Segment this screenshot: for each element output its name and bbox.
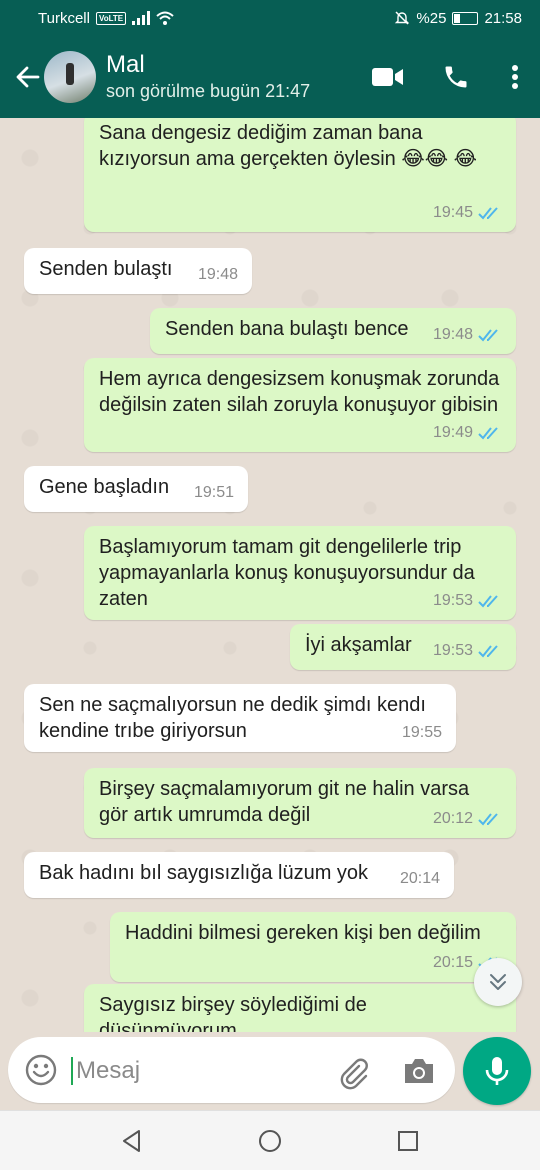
message-text: Sen ne saçmalıyorsun ne dedik şimdı kend… [39, 694, 426, 742]
nav-back-button[interactable] [108, 1117, 156, 1165]
voice-call-button[interactable] [422, 52, 490, 102]
system-nav-bar [0, 1110, 540, 1170]
status-time: 21:58 [484, 9, 522, 27]
message-text: Gene başladın [39, 476, 170, 498]
phone-icon [445, 66, 467, 88]
volte-badge: VoLTE [95, 11, 127, 25]
triangle-back-icon [123, 1129, 140, 1152]
message-time: 19:48 [432, 326, 473, 343]
last-seen: son görülme bugün 21:47 [106, 81, 311, 101]
message-bubble-outgoing[interactable]: Senden bana bulaştı bence 19:48 [150, 308, 516, 354]
message-time: 20:12 [432, 810, 473, 827]
mute-bell-icon [395, 11, 410, 25]
message-input[interactable] [76, 1055, 316, 1087]
battery-percent: %25 [416, 9, 447, 27]
message-text: Bak hadını bıl saygısızlığa lüzum yok [39, 862, 369, 884]
wifi-icon [156, 11, 174, 25]
double-check-icon [478, 427, 498, 440]
message-text: Haddini bilmesi gereken kişi ben değilim [125, 922, 481, 944]
nav-recents-button[interactable] [384, 1117, 432, 1165]
voice-record-button[interactable] [463, 1037, 531, 1105]
carrier-name: Turkcell [38, 9, 90, 27]
signal-icon [132, 11, 151, 25]
message-text: Hem ayrıca dengesizsem konuşmak zorunda … [99, 368, 500, 416]
message-bubble-outgoing[interactable]: Saygısız birşey söylediğimi de düşünmüyo… [84, 984, 516, 1032]
message-bubble-incoming[interactable]: Sen ne saçmalıyorsun ne dedik şimdı kend… [24, 684, 456, 752]
battery-icon [452, 11, 479, 25]
message-bubble-outgoing[interactable]: İyi akşamlar 19:53 [290, 624, 516, 670]
message-bubble-incoming[interactable]: Bak hadını bıl saygısızlığa lüzum yok 20… [24, 852, 454, 898]
double-check-icon [478, 329, 498, 342]
contact-avatar[interactable] [44, 51, 96, 103]
message-bubble-outgoing[interactable]: Sana dengesiz dediğim zaman bana kızıyor… [84, 118, 516, 232]
double-check-icon [478, 207, 498, 220]
three-dots-vertical-icon [512, 65, 518, 89]
message-time: 19:53 [432, 592, 473, 609]
video-call-button[interactable] [354, 52, 422, 102]
message-text: Saygısız birşey söylediğimi de düşünmüyo… [99, 994, 367, 1032]
message-text: Senden bulaştı [39, 258, 173, 280]
overflow-menu-button[interactable] [490, 52, 540, 102]
text-cursor [71, 1057, 73, 1085]
message-time: 20:14 [399, 870, 440, 887]
video-camera-icon [372, 68, 403, 86]
message-time: 19:45 [432, 204, 473, 221]
arrow-left-icon [16, 66, 40, 88]
message-composer [8, 1037, 455, 1103]
message-time: 20:15 [432, 954, 473, 971]
camera-icon[interactable] [402, 1055, 436, 1087]
smiley-icon[interactable] [24, 1053, 58, 1087]
message-bubble-outgoing[interactable]: Birşey saçmalamıyorum git ne halin varsa… [84, 768, 516, 838]
paperclip-icon[interactable] [335, 1054, 371, 1090]
circle-home-icon [259, 1129, 281, 1152]
square-recents-icon [398, 1130, 418, 1151]
message-bubble-incoming[interactable]: Senden bulaştı 19:48 [24, 248, 252, 294]
status-bar: Turkcell VoLTE %25 21:58 [0, 0, 540, 36]
message-time: 19:55 [401, 724, 442, 741]
double-check-icon [478, 645, 498, 658]
message-text: Sana dengesiz dediğim zaman bana kızıyor… [99, 122, 478, 170]
double-check-icon [478, 813, 498, 826]
message-text: Başlamıyorum tamam git dengelilerle trip… [99, 536, 475, 610]
contact-info[interactable]: Mal son görülme bugün 21:47 [106, 51, 310, 103]
message-time: 19:49 [432, 424, 473, 441]
scroll-to-bottom-button[interactable] [474, 958, 522, 1006]
chat-header: Mal son görülme bugün 21:47 [0, 36, 540, 118]
message-time: 19:51 [193, 484, 234, 501]
microphone-icon [485, 1057, 509, 1085]
composer-bar [0, 1032, 540, 1110]
message-bubble-outgoing[interactable]: Başlamıyorum tamam git dengelilerle trip… [84, 526, 516, 620]
message-text: İyi akşamlar [305, 634, 412, 656]
message-bubble-outgoing[interactable]: Hem ayrıca dengesizsem konuşmak zorunda … [84, 358, 516, 452]
back-button[interactable] [8, 57, 48, 97]
double-chevron-down-icon [490, 974, 506, 990]
double-check-icon [478, 595, 498, 608]
message-text: Birşey saçmalamıyorum git ne halin varsa… [99, 778, 470, 826]
message-time: 19:53 [432, 642, 473, 659]
message-text: Senden bana bulaştı bence [165, 318, 409, 340]
message-bubble-incoming[interactable]: Gene başladın 19:51 [24, 466, 248, 512]
message-bubble-outgoing[interactable]: Haddini bilmesi gereken kişi ben değilim… [110, 912, 516, 982]
nav-home-button[interactable] [246, 1117, 294, 1165]
message-time: 19:48 [197, 266, 238, 283]
contact-name: Mal [106, 51, 145, 78]
message-list[interactable]: Sana dengesiz dediğim zaman bana kızıyor… [0, 118, 540, 1032]
